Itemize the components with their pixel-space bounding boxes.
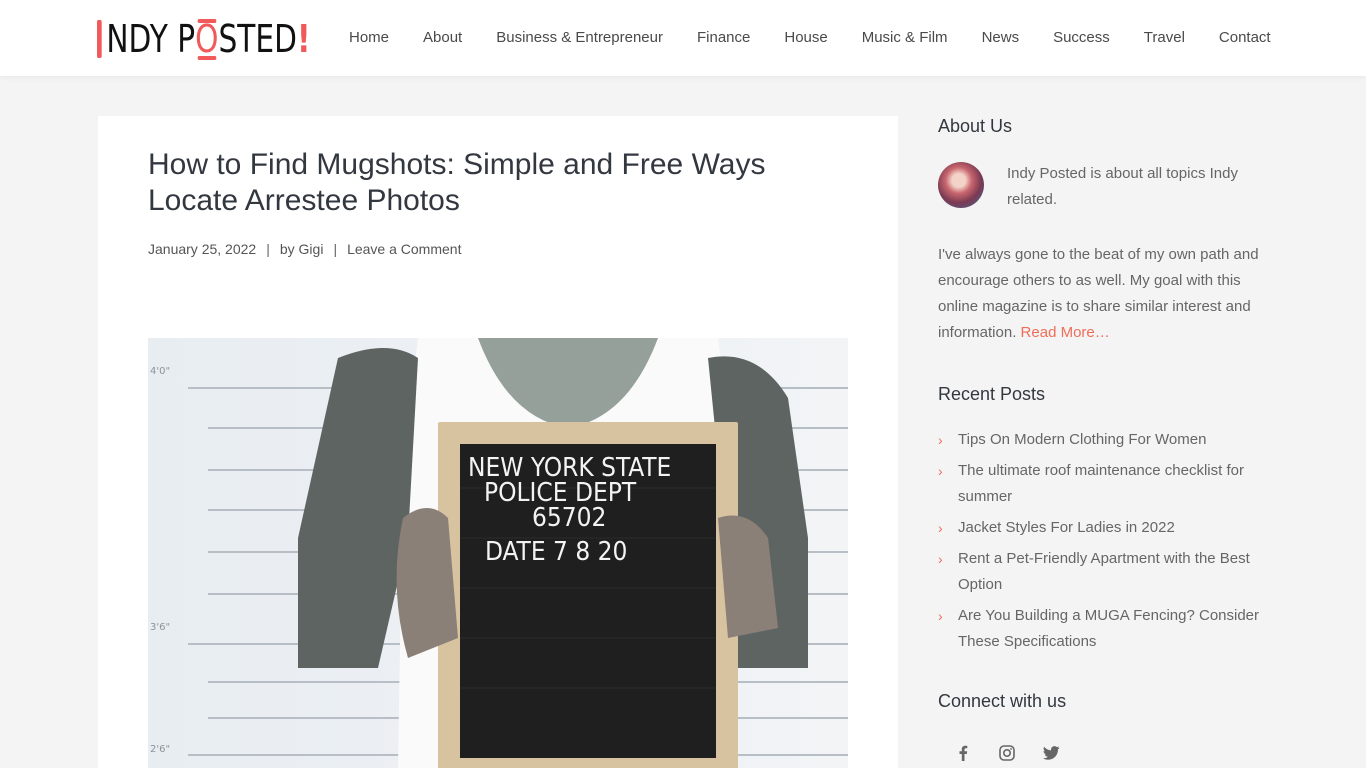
mugshot-photo: 4'0" 3'6" 2'6" NEW YORK STATE POLICE DEP… — [148, 338, 848, 768]
by-prefix: by — [279, 241, 295, 257]
connect-widget: Connect with us — [938, 691, 1268, 764]
post-meta: January 25, 2022 | by Gigi | Leave a Comment — [148, 241, 461, 257]
post-author[interactable]: Gigi — [299, 241, 324, 257]
logo-bar — [97, 20, 102, 58]
chevron-right-icon: › — [938, 608, 943, 624]
logo-exclamation: ! — [296, 17, 311, 61]
logo-text-part1: NDY P — [106, 17, 196, 61]
about-short-text: Indy Posted is about all topics Indy rel… — [1007, 165, 1238, 208]
chevron-right-icon: › — [938, 463, 943, 479]
post-date[interactable]: January 25, 2022 — [148, 241, 256, 257]
recent-post-item: › Tips On Modern Clothing For Women — [938, 427, 1268, 453]
meta-separator: | — [333, 241, 338, 257]
about-widget: About Us Indy Posted is about all topics… — [938, 116, 1268, 346]
nav-success[interactable]: Success — [1053, 29, 1110, 46]
nav-news[interactable]: News — [982, 29, 1020, 46]
recent-posts-widget: Recent Posts › Tips On Modern Clothing Fo… — [938, 384, 1268, 655]
chevron-right-icon: › — [938, 520, 943, 536]
recent-posts-title: Recent Posts — [938, 384, 1046, 404]
sign-line: DATE 7 8 20 — [485, 537, 627, 567]
nav-home[interactable]: Home — [349, 29, 389, 46]
facebook-icon[interactable] — [952, 742, 974, 764]
recent-post-item: › Are You Building a MUGA Fencing? Consid… — [938, 603, 1268, 655]
meta-separator: | — [266, 241, 270, 257]
sign-line: 65702 — [532, 503, 606, 533]
post-title: How to Find Mugshots: Simple and Free Wa… — [148, 148, 766, 217]
recent-post-item: › The ultimate roof maintenance checklist… — [938, 458, 1268, 510]
main-nav: Home About Business & Entrepreneur Finan… — [349, 29, 1271, 46]
about-long-text: I've always gone to the beat of my own p… — [938, 242, 1263, 346]
read-more-link[interactable]: Read More… — [1021, 324, 1110, 341]
leave-comment-link[interactable]: Leave a Comment — [347, 241, 461, 257]
sidebar: About Us Indy Posted is about all topics… — [938, 116, 1268, 764]
recent-posts-list: › Tips On Modern Clothing For Women › The … — [938, 427, 1268, 655]
height-mark: 2'6" — [150, 744, 170, 755]
chevron-right-icon: › — [938, 432, 943, 448]
logo-text-part2: STED — [218, 17, 297, 61]
author-avatar — [938, 162, 984, 208]
recent-post-link[interactable]: Are You Building a MUGA Fencing? Conside… — [958, 603, 1268, 655]
height-mark: 4'0" — [150, 366, 170, 377]
featured-image: 4'0" 3'6" 2'6" NEW YORK STATE POLICE DEP… — [148, 338, 848, 768]
twitter-icon[interactable] — [1040, 742, 1062, 764]
site-header: NDY P O STED ! Home About Business & Ent… — [0, 0, 1366, 76]
article-card: How to Find Mugshots: Simple and Free Wa… — [98, 116, 898, 768]
recent-post-item: › Rent a Pet-Friendly Apartment with the … — [938, 546, 1268, 598]
recent-post-link[interactable]: The ultimate roof maintenance checklist … — [958, 458, 1268, 510]
nav-about[interactable]: About — [423, 29, 462, 46]
social-links — [952, 742, 1268, 764]
recent-post-link[interactable]: Rent a Pet-Friendly Apartment with the B… — [958, 546, 1268, 598]
nav-music-film[interactable]: Music & Film — [862, 29, 948, 46]
connect-title: Connect with us — [938, 691, 1067, 711]
height-mark: 3'6" — [150, 622, 170, 633]
instagram-icon[interactable] — [996, 742, 1018, 764]
nav-business-entrepreneur[interactable]: Business & Entrepreneur — [496, 29, 663, 46]
recent-post-item: › Jacket Styles For Ladies in 2022 — [938, 515, 1268, 541]
nav-house[interactable]: House — [784, 29, 827, 46]
recent-post-link[interactable]: Jacket Styles For Ladies in 2022 — [958, 515, 1175, 541]
logo-o: O — [195, 17, 219, 61]
site-logo[interactable]: NDY P O STED ! — [97, 16, 310, 62]
recent-post-link[interactable]: Tips On Modern Clothing For Women — [958, 427, 1206, 453]
nav-contact[interactable]: Contact — [1219, 29, 1271, 46]
about-title: About Us — [938, 116, 1013, 136]
nav-finance[interactable]: Finance — [697, 29, 750, 46]
nav-travel[interactable]: Travel — [1144, 29, 1185, 46]
chevron-right-icon: › — [938, 551, 943, 567]
